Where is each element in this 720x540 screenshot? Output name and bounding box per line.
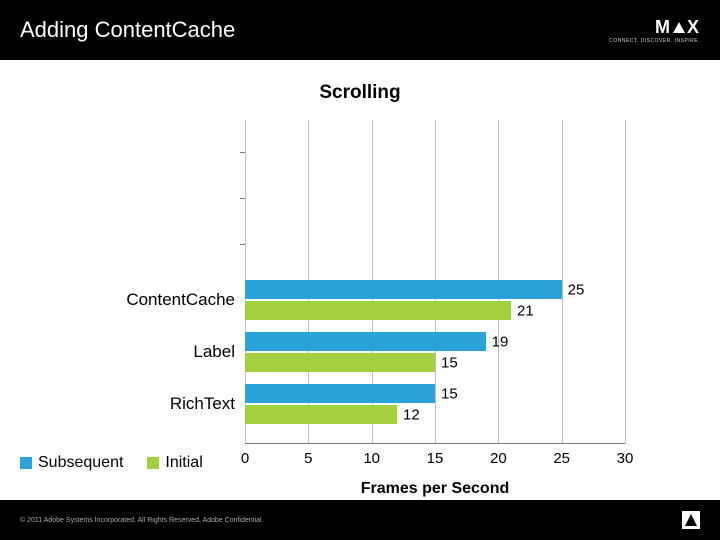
x-tick-label: 20 bbox=[490, 450, 507, 467]
legend: Subsequent Initial bbox=[20, 454, 203, 472]
bar-initial: 15 bbox=[245, 353, 435, 372]
bar-value: 25 bbox=[568, 281, 585, 298]
x-tick-label: 15 bbox=[427, 450, 444, 467]
bar-value: 21 bbox=[517, 302, 534, 319]
brand-a-icon bbox=[673, 22, 685, 33]
bar-value: 15 bbox=[441, 354, 458, 371]
chart-title: Scrolling bbox=[0, 82, 720, 104]
brand-logo: MX CONNECT. DISCOVER. INSPIRE. bbox=[609, 17, 700, 44]
x-axis bbox=[245, 443, 625, 444]
category-label: RichText bbox=[170, 394, 235, 414]
footer: © 2011 Adobe Systems Incorporated. All R… bbox=[0, 500, 720, 540]
bar-value: 15 bbox=[441, 385, 458, 402]
y-tick bbox=[240, 152, 245, 153]
bar-initial: 21 bbox=[245, 301, 511, 320]
brand-main: MX bbox=[655, 17, 700, 38]
adobe-logo-icon bbox=[682, 511, 700, 529]
grid-line bbox=[562, 120, 563, 444]
y-tick bbox=[240, 198, 245, 199]
brand-subtitle: CONNECT. DISCOVER. INSPIRE. bbox=[609, 38, 700, 44]
copyright: © 2011 Adobe Systems Incorporated. All R… bbox=[20, 517, 264, 524]
bar-subsequent: 19 bbox=[245, 332, 486, 351]
legend-item-subsequent: Subsequent bbox=[20, 454, 123, 472]
x-tick-label: 0 bbox=[241, 450, 249, 467]
bar-value: 19 bbox=[492, 333, 509, 350]
x-tick-label: 5 bbox=[304, 450, 312, 467]
legend-item-initial: Initial bbox=[147, 454, 202, 472]
bar-initial: 12 bbox=[245, 405, 397, 424]
category-label: Label bbox=[193, 342, 235, 362]
category-label: ContentCache bbox=[126, 290, 235, 310]
plot-area: 0 5 10 15 20 25 30 Frames per Second Con… bbox=[245, 120, 625, 444]
bar-value: 12 bbox=[403, 406, 420, 423]
chart: Scrolling 0 5 10 15 20 25 30 Frames per … bbox=[0, 60, 720, 500]
header: Adding ContentCache MX CONNECT. DISCOVER… bbox=[0, 0, 720, 60]
legend-swatch-icon bbox=[147, 457, 159, 469]
bar-subsequent: 25 bbox=[245, 280, 562, 299]
x-tick-label: 10 bbox=[363, 450, 380, 467]
bar-subsequent: 15 bbox=[245, 384, 435, 403]
x-tick-label: 30 bbox=[617, 450, 634, 467]
slide-title: Adding ContentCache bbox=[20, 17, 235, 43]
legend-label: Subsequent bbox=[38, 454, 123, 472]
grid-line bbox=[625, 120, 626, 444]
y-tick bbox=[240, 244, 245, 245]
legend-label: Initial bbox=[165, 454, 202, 472]
x-tick-label: 25 bbox=[553, 450, 570, 467]
x-axis-title: Frames per Second bbox=[245, 480, 625, 498]
legend-swatch-icon bbox=[20, 457, 32, 469]
